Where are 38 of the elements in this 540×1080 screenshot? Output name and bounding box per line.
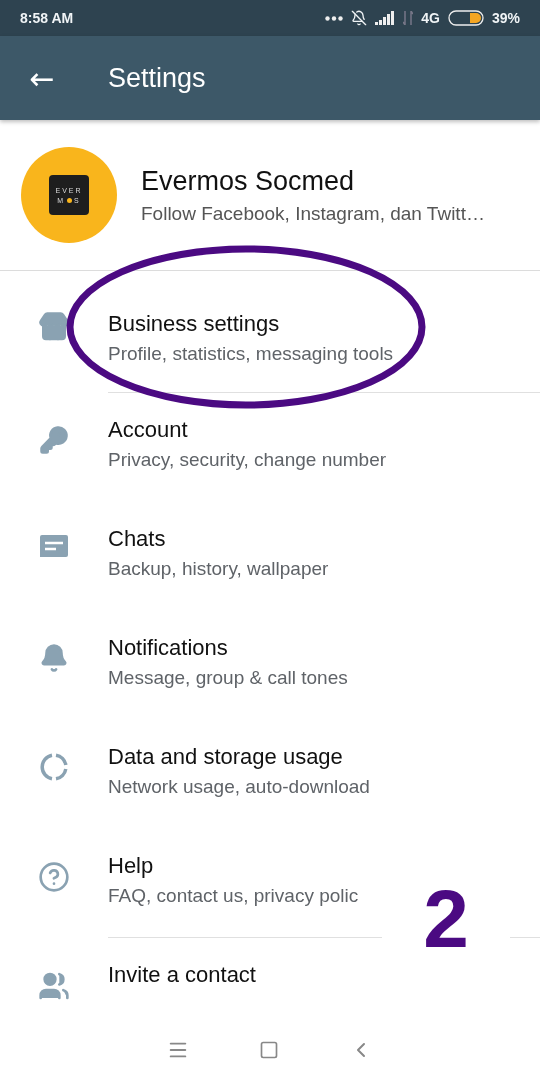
bell-icon — [39, 643, 69, 673]
settings-item[interactable]: Notifications Message, group & call tones — [0, 611, 540, 720]
signal-icon — [375, 11, 396, 25]
item-title: Invite a contact — [108, 962, 256, 988]
item-title: Account — [108, 417, 188, 443]
back-button[interactable]: ← — [0, 36, 84, 120]
people-icon — [38, 970, 70, 1002]
home-icon[interactable] — [259, 1040, 279, 1060]
settings-item[interactable]: Account Privacy, security, change number — [0, 393, 540, 502]
battery-icon — [447, 10, 484, 26]
item-title: Chats — [108, 526, 166, 552]
item-subtitle: Network usage, auto-download — [108, 776, 370, 798]
network-type: 4G — [421, 10, 440, 26]
key-icon — [39, 425, 69, 455]
data-usage-icon — [39, 752, 69, 782]
more-dots-icon — [325, 15, 344, 21]
settings-item[interactable]: Data and storage usage Network usage, auto-download — [0, 720, 540, 829]
bell-off-icon — [351, 10, 368, 26]
store-icon — [38, 311, 70, 343]
settings-item[interactable]: Chats Backup, history, wallpaper — [0, 502, 540, 611]
profile-name[interactable]: Evermos Socmed — [141, 165, 485, 197]
battery-percent: 39% — [491, 10, 520, 26]
item-subtitle: FAQ, contact us, privacy polic — [108, 885, 359, 907]
profile-about: Follow Facebook, Instagram, dan Twitt… — [141, 202, 485, 225]
page-title: Settings — [108, 62, 206, 94]
item-title: Business settings — [108, 311, 280, 337]
item-title: Data and storage usage — [108, 744, 343, 770]
settings-item[interactable]: Business settings Profile, statistics, messaging tools — [0, 271, 540, 393]
status-time: 8:58 AM — [20, 10, 74, 26]
item-subtitle: Profile, statistics, messaging tools — [108, 343, 394, 365]
item-subtitle: Message, group & call tones — [108, 667, 348, 689]
item-subtitle: Backup, history, wallpaper — [108, 558, 329, 580]
data-arrows-icon — [403, 11, 414, 25]
help-icon — [38, 861, 70, 893]
item-title: Notifications — [108, 635, 228, 661]
item-title: Help — [108, 853, 154, 879]
chat-icon — [39, 534, 69, 560]
item-subtitle: Privacy, security, change number — [108, 449, 387, 471]
